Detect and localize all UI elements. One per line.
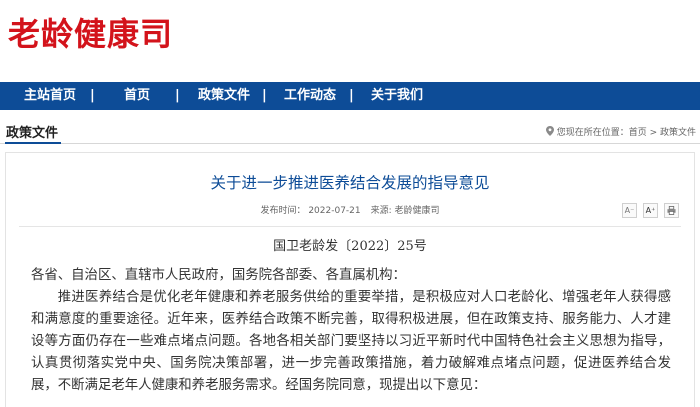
article-source: 来源: 老龄健康司: [370, 206, 440, 216]
nav-item-main-home[interactable]: 主站首页: [24, 82, 76, 110]
site-title[interactable]: 老龄健康司: [8, 14, 173, 54]
section-header: 政策文件 您现在所在位置：首页 > 政策文件: [0, 110, 700, 144]
nav-item-policy-documents[interactable]: 政策文件: [198, 82, 250, 110]
nav-item-home[interactable]: 首页: [124, 82, 150, 110]
section-title-underline: [5, 142, 61, 144]
section-title: 政策文件: [6, 126, 59, 141]
nav-separator: |: [175, 88, 180, 103]
nav-separator: |: [262, 88, 267, 103]
publish-date: 发布时间： 2022-07-21: [260, 206, 361, 216]
nav-separator: |: [90, 88, 95, 103]
print-icon: [667, 206, 676, 215]
article-meta: 发布时间： 2022-07-21 来源: 老龄健康司: [0, 204, 700, 218]
breadcrumb: 您现在所在位置：首页 > 政策文件: [545, 126, 696, 140]
decrease-font-button[interactable]: A⁻: [622, 203, 637, 218]
article-salutation: 各省、自治区、直辖市人民政府，国务院各部委、各直属机构：: [31, 268, 406, 283]
nav-separator: |: [349, 88, 354, 103]
print-button[interactable]: [664, 203, 679, 218]
article-divider: [19, 226, 681, 227]
article-paragraph: 推进医养结合是优化老年健康和养老服务供给的重要举措，是积极应对人口老龄化、增强老…: [31, 290, 671, 393]
site-header: 老龄健康司: [0, 0, 700, 82]
breadcrumb-text[interactable]: 您现在所在位置：首页 > 政策文件: [557, 128, 696, 138]
main-navigation: 主站首页 | 首页 | 政策文件 | 工作动态 | 关于我们: [0, 82, 700, 110]
nav-item-work-news[interactable]: 工作动态: [284, 82, 336, 110]
location-pin-icon: [545, 126, 554, 136]
document-number: 国卫老龄发〔2022〕25号: [273, 239, 427, 254]
increase-font-button[interactable]: A⁺: [643, 203, 658, 218]
nav-item-about-us[interactable]: 关于我们: [371, 82, 423, 110]
article-body: 各省、自治区、直辖市人民政府，国务院各部委、各直属机构： 推进医养结合是优化老年…: [31, 265, 671, 397]
article-title: 关于进一步推进医养结合发展的指导意见: [210, 174, 490, 192]
